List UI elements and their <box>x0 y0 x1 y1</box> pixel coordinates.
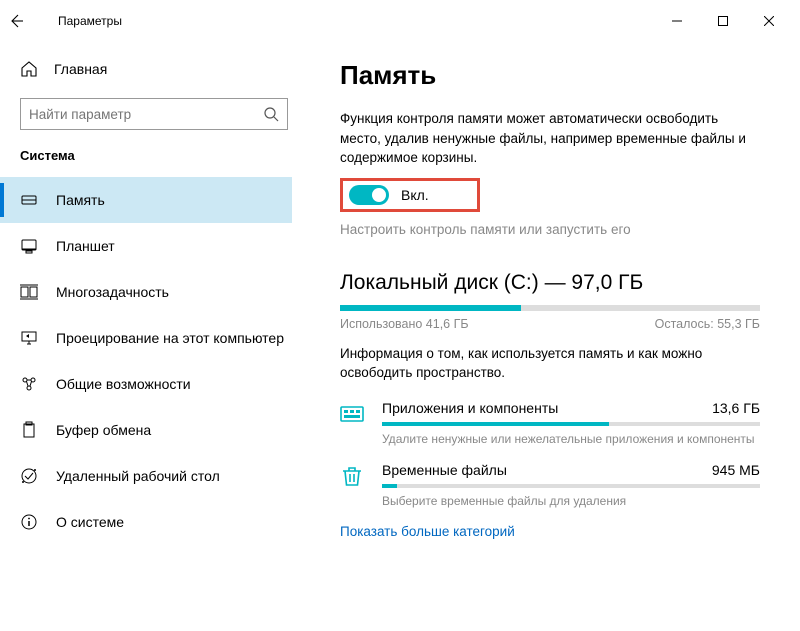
sidebar-item-label: Общие возможности <box>56 376 191 392</box>
back-button[interactable] <box>8 13 38 29</box>
shared-icon <box>20 375 38 393</box>
highlight-box: Вкл. <box>340 178 480 212</box>
sidebar-item-storage[interactable]: Память <box>0 177 292 223</box>
disk-info: Информация о том, как используется памят… <box>340 345 760 383</box>
sidebar-item-project[interactable]: Проецирование на этот компьютер <box>0 315 292 361</box>
minimize-button[interactable] <box>654 5 700 37</box>
disk-free-label: Осталось: 55,3 ГБ <box>655 317 760 331</box>
storage-row-value: 945 МБ <box>712 462 760 478</box>
clipboard-icon <box>20 421 38 439</box>
sidebar-item-clipboard[interactable]: Буфер обмена <box>0 407 292 453</box>
sidebar-item-multitask[interactable]: Многозадачность <box>0 269 292 315</box>
tablet-icon <box>20 237 38 255</box>
window-title: Параметры <box>58 14 122 28</box>
storage-sense-toggle[interactable] <box>349 185 389 205</box>
trash-icon <box>340 464 364 488</box>
storage-row-hint: Выберите временные файлы для удаления <box>382 494 760 508</box>
sidebar-item-remote[interactable]: Удаленный рабочий стол <box>0 453 292 499</box>
sidebar-item-label: Память <box>56 192 105 208</box>
storage-row-apps[interactable]: Приложения и компоненты 13,6 ГБ Удалите не… <box>340 400 760 446</box>
remote-icon <box>20 467 38 485</box>
sidebar-home[interactable]: Главная <box>0 52 292 86</box>
search-icon <box>263 106 279 122</box>
storage-row-trash[interactable]: Временные файлы 945 МБ Выберите временные … <box>340 462 760 508</box>
about-icon <box>20 513 38 531</box>
sidebar-item-label: Удаленный рабочий стол <box>56 468 220 484</box>
storage-sense-toggle-label: Вкл. <box>401 187 429 203</box>
storage-row-label: Временные файлы <box>382 462 507 478</box>
multitask-icon <box>20 283 38 301</box>
storage-row-label: Приложения и компоненты <box>382 400 558 416</box>
disk-title: Локальный диск (C:) — 97,0 ГБ <box>340 271 770 295</box>
storage-row-hint: Удалите ненужные или нежелательные прило… <box>382 432 760 446</box>
storage-icon <box>20 191 38 209</box>
apps-icon <box>340 402 364 426</box>
disk-bar <box>340 305 760 311</box>
sidebar-item-tablet[interactable]: Планшет <box>0 223 292 269</box>
show-more-link[interactable]: Показать больше категорий <box>340 524 770 539</box>
sidebar-item-shared[interactable]: Общие возможности <box>0 361 292 407</box>
storage-row-bar <box>382 484 760 488</box>
sidebar-item-label: Проецирование на этот компьютер <box>56 330 284 346</box>
project-icon <box>20 329 38 347</box>
sidebar: Главная Система Память Планшет Многозадачн… <box>0 42 310 631</box>
storage-row-bar <box>382 422 760 426</box>
storage-sense-desc: Функция контроля памяти может автоматиче… <box>340 109 760 168</box>
sidebar-item-label: Планшет <box>56 238 115 254</box>
sidebar-section-label: Система <box>20 148 292 163</box>
close-button[interactable] <box>746 5 792 37</box>
sidebar-item-label: Буфер обмена <box>56 422 151 438</box>
search-input-wrap[interactable] <box>20 98 288 130</box>
content: Память Функция контроля памяти может авт… <box>310 42 800 631</box>
sidebar-item-about[interactable]: О системе <box>0 499 292 545</box>
maximize-button[interactable] <box>700 5 746 37</box>
disk-used-label: Использовано 41,6 ГБ <box>340 317 469 331</box>
storage-row-value: 13,6 ГБ <box>712 400 760 416</box>
page-title: Память <box>340 60 770 91</box>
configure-storage-sense-link[interactable]: Настроить контроль памяти или запустить … <box>340 222 770 237</box>
sidebar-item-label: О системе <box>56 514 124 530</box>
search-input[interactable] <box>29 107 263 122</box>
sidebar-home-label: Главная <box>54 61 107 77</box>
home-icon <box>20 60 38 78</box>
sidebar-item-label: Многозадачность <box>56 284 169 300</box>
